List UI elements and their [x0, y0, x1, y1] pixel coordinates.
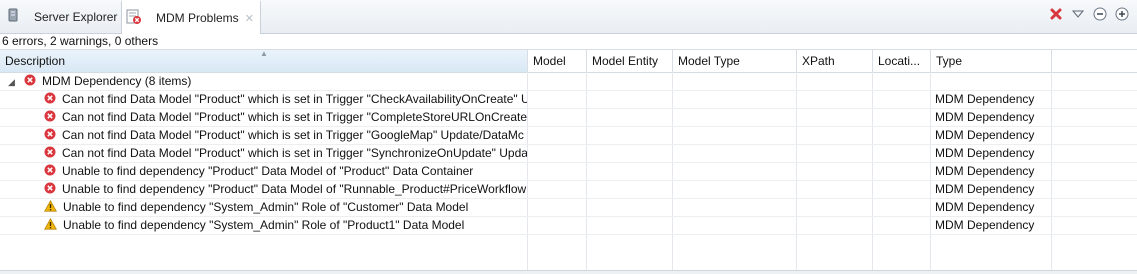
warning-icon	[44, 217, 57, 234]
maximize-icon[interactable]	[1113, 5, 1131, 23]
warning-icon	[44, 199, 57, 216]
type-cell: MDM Dependency	[935, 92, 1035, 106]
column-header-location[interactable]: Locati...	[873, 50, 931, 72]
description-cell: Unable to find dependency "Product" Data…	[0, 180, 527, 198]
view-menu-icon[interactable]	[1069, 5, 1087, 23]
column-header-model-entity[interactable]: Model Entity	[587, 50, 673, 72]
server-icon	[6, 8, 20, 25]
error-icon	[44, 163, 56, 180]
view-toolbar	[1047, 5, 1131, 23]
view-tab-bar: Server Explorer MDM Problems ✕	[0, 0, 1137, 34]
description-cell: Can not find Data Model "Product" which …	[0, 90, 527, 108]
table-row[interactable]: Unable to find dependency "System_Admin"…	[0, 216, 1137, 235]
table-row[interactable]: Can not find Data Model "Product" which …	[0, 126, 1137, 145]
column-header-filler	[1052, 50, 1137, 72]
table-row[interactable]: Unable to find dependency "Product" Data…	[0, 162, 1137, 181]
tab-label: MDM Problems	[156, 11, 239, 25]
tab-mdm-problems[interactable]: MDM Problems ✕	[121, 0, 261, 34]
error-icon	[44, 91, 56, 108]
problems-summary: 6 errors, 2 warnings, 0 others	[2, 34, 159, 48]
close-icon[interactable]: ✕	[245, 12, 254, 25]
description-cell: Unable to find dependency "System_Admin"…	[0, 216, 527, 234]
table-header: ▲ Description Model Model Entity Model T…	[0, 50, 1137, 73]
table-row[interactable]: Unable to find dependency "Product" Data…	[0, 180, 1137, 199]
type-cell: MDM Dependency	[935, 218, 1035, 232]
delete-icon[interactable]	[1047, 5, 1065, 23]
type-cell: MDM Dependency	[935, 164, 1035, 178]
type-cell: MDM Dependency	[935, 200, 1035, 214]
minimize-icon[interactable]	[1091, 5, 1109, 23]
group-cell: ◢ MDM Dependency (8 items)	[0, 72, 527, 90]
type-cell: MDM Dependency	[935, 146, 1035, 160]
description-cell: Unable to find dependency "System_Admin"…	[0, 198, 527, 216]
column-header-model[interactable]: Model	[528, 50, 587, 72]
type-cell: MDM Dependency	[935, 110, 1035, 124]
error-icon	[44, 181, 56, 198]
table-body: ◢ MDM Dependency (8 items) Can not find D…	[0, 72, 1137, 272]
table-row[interactable]: Can not find Data Model "Product" which …	[0, 90, 1137, 109]
expand-collapse-icon[interactable]: ◢	[8, 73, 18, 90]
error-icon	[44, 145, 56, 162]
column-header-model-type[interactable]: Model Type	[673, 50, 797, 72]
type-cell: MDM Dependency	[935, 128, 1035, 142]
table-row[interactable]: Can not find Data Model "Product" which …	[0, 144, 1137, 163]
error-icon	[24, 73, 36, 90]
problems-table: ▲ Description Model Model Entity Model T…	[0, 49, 1137, 272]
type-cell: MDM Dependency	[935, 182, 1035, 196]
group-row[interactable]: ◢ MDM Dependency (8 items)	[0, 72, 1137, 91]
description-cell: Unable to find dependency "Product" Data…	[0, 162, 527, 180]
description-cell: Can not find Data Model "Product" which …	[0, 144, 527, 162]
tab-server-explorer[interactable]: Server Explorer	[0, 0, 121, 33]
description-cell: Can not find Data Model "Product" which …	[0, 126, 527, 144]
column-header-xpath[interactable]: XPath	[797, 50, 873, 72]
error-icon	[44, 109, 56, 126]
mdm-problems-icon	[126, 9, 142, 28]
description-cell: Can not find Data Model "Product" which …	[0, 108, 527, 126]
view-bottom-border	[0, 270, 1137, 274]
sort-ascending-icon: ▲	[260, 50, 268, 58]
table-row[interactable]: Unable to find dependency "System_Admin"…	[0, 198, 1137, 217]
group-label: MDM Dependency (8 items)	[42, 74, 192, 88]
column-header-type[interactable]: Type	[931, 50, 1052, 72]
table-row[interactable]: Can not find Data Model "Product" which …	[0, 108, 1137, 127]
error-icon	[44, 127, 56, 144]
column-header-description[interactable]: ▲ Description	[0, 50, 528, 72]
tab-label: Server Explorer	[34, 9, 118, 24]
